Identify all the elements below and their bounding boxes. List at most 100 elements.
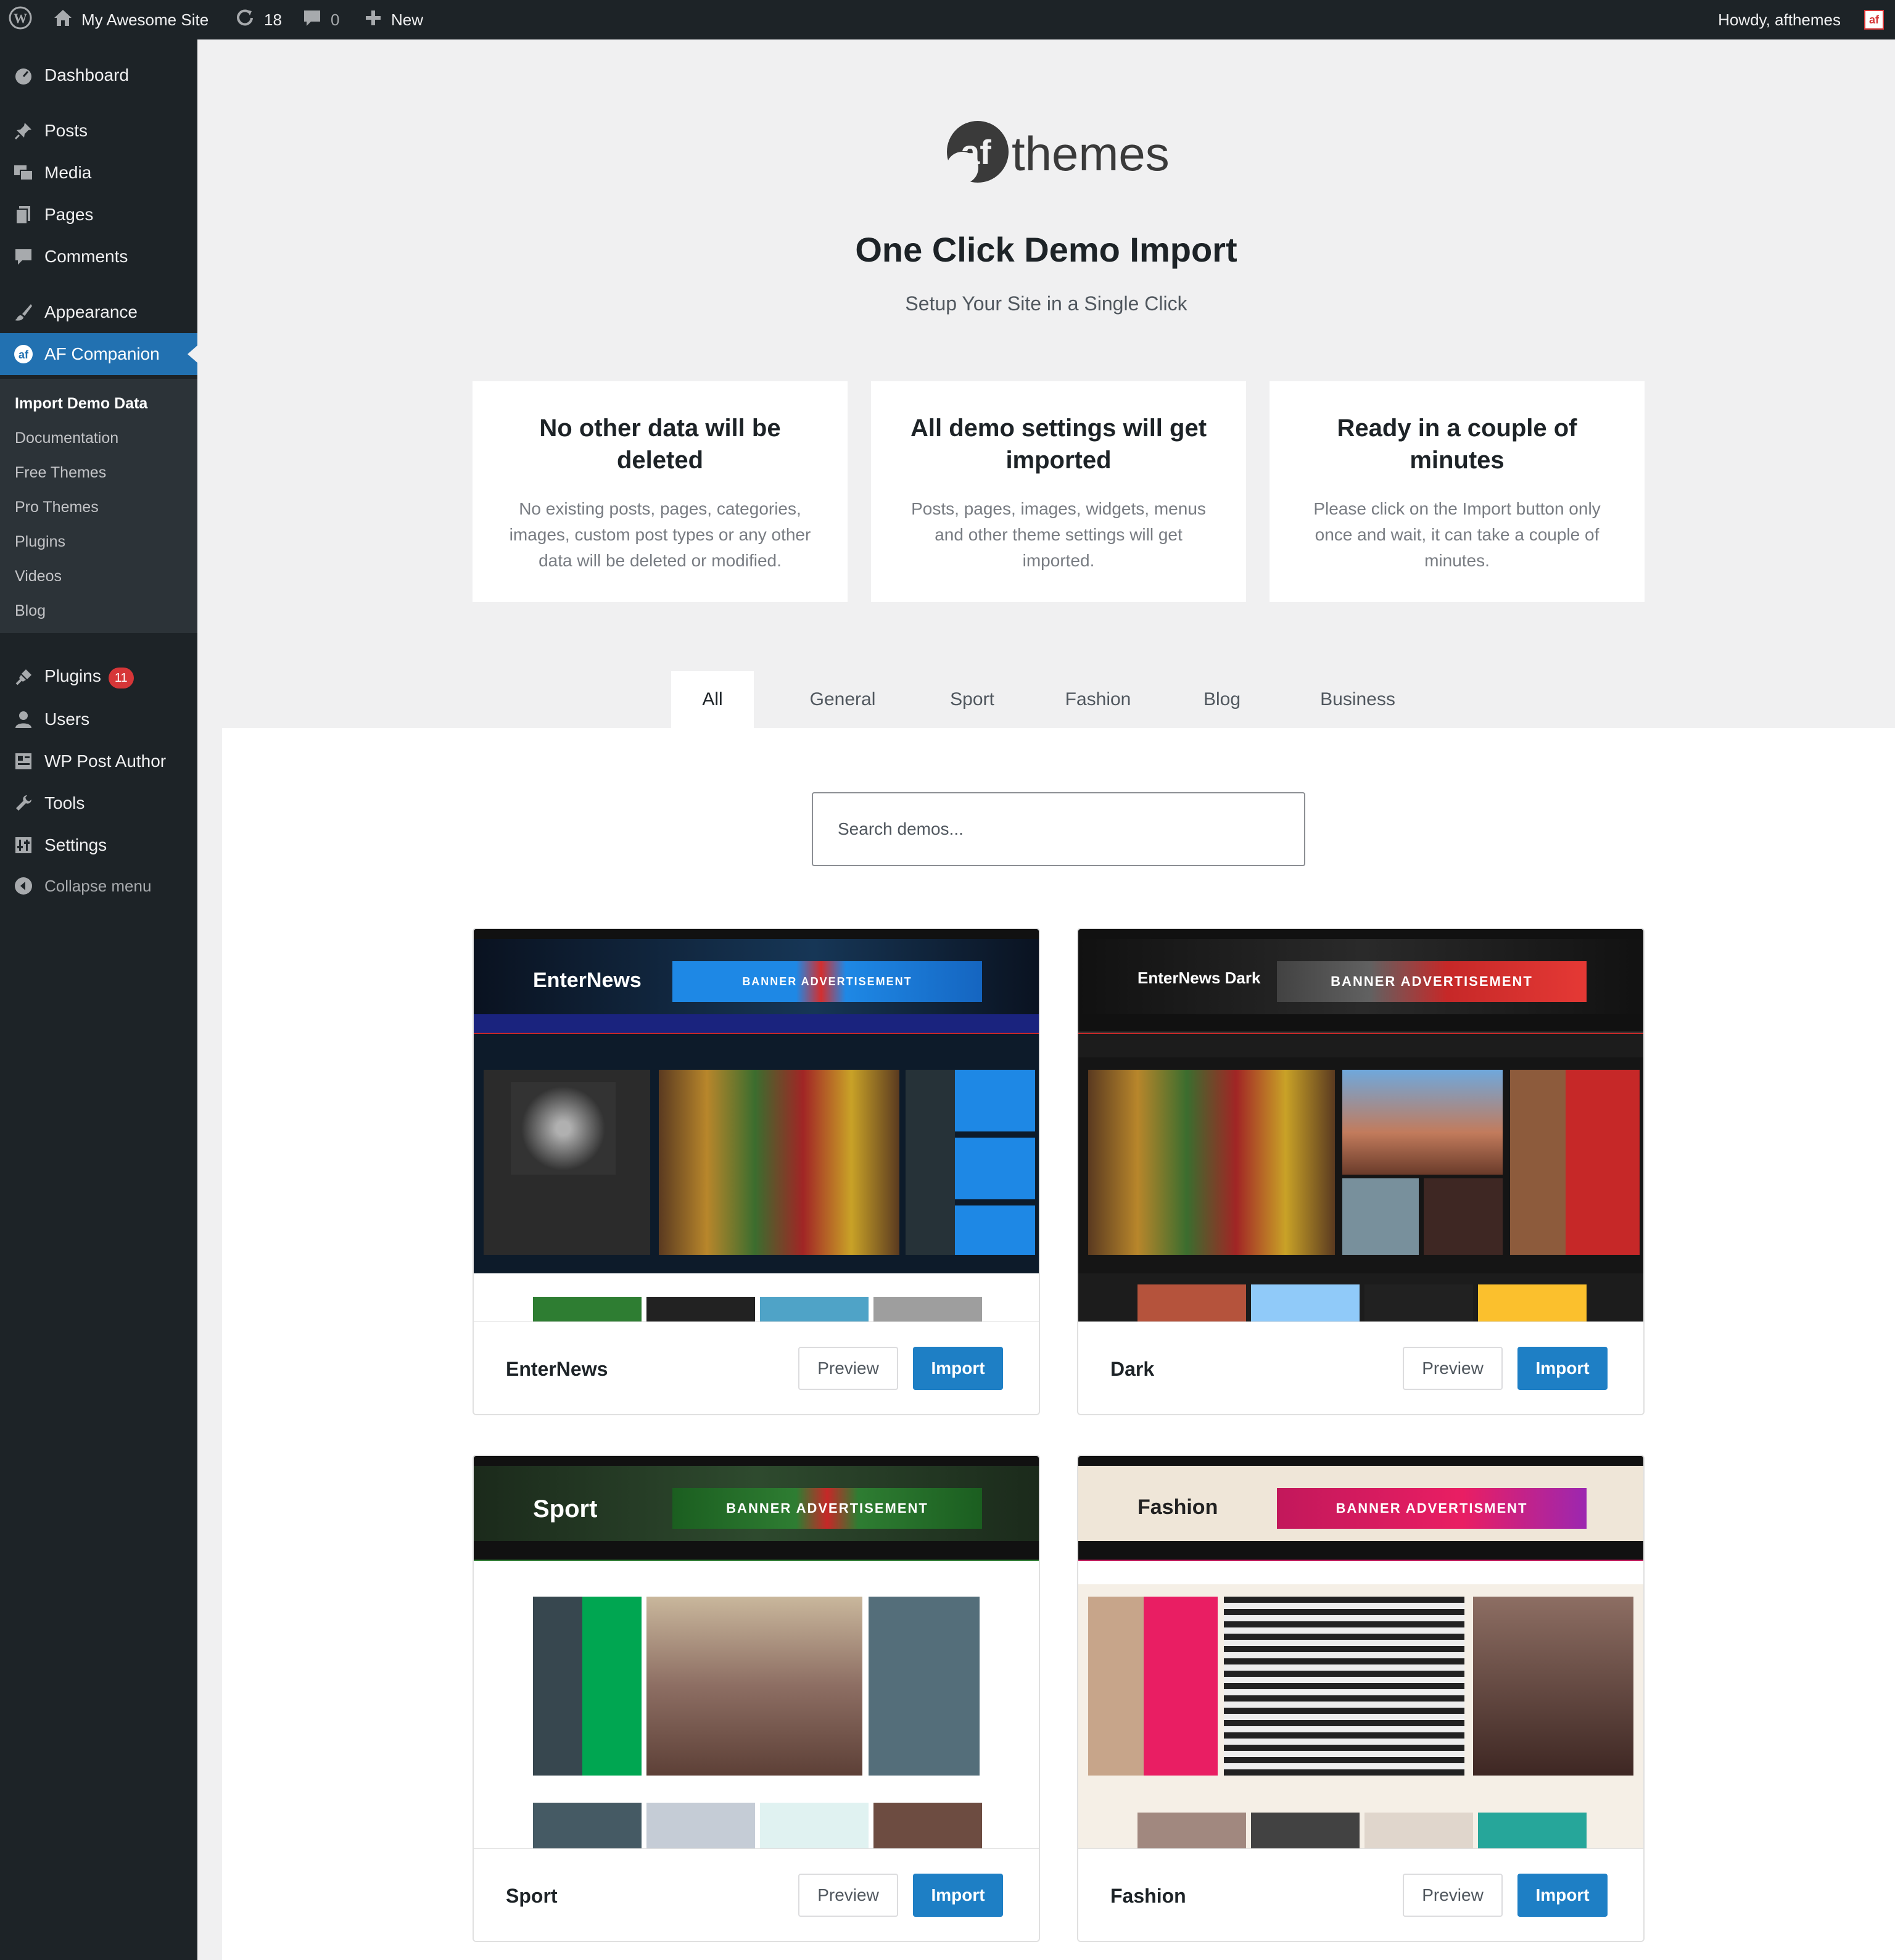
menu-item-wp-post-author[interactable]: WP Post Author <box>0 740 197 782</box>
import-button[interactable]: Import <box>913 1347 1003 1390</box>
menu-label-wp-post-author: WP Post Author <box>44 751 167 771</box>
wordpress-logo-button[interactable]: W <box>9 0 32 39</box>
submenu-documentation[interactable]: Documentation <box>15 429 118 447</box>
menu-label-media: Media <box>44 163 92 182</box>
author-icon <box>12 750 35 772</box>
menu-item-comments[interactable]: Comments <box>0 236 197 278</box>
page-subtitle: Setup Your Site in a Single Click <box>905 292 1187 315</box>
menu-item-media[interactable]: Media <box>0 152 197 194</box>
demo-card-dark: EnterNews Dark BANNER ADVERTISEMENT Dark… <box>1077 928 1645 1415</box>
dashboard-gauge-icon <box>12 64 35 86</box>
preview-button[interactable]: Preview <box>798 1347 898 1390</box>
site-name: My Awesome Site <box>81 10 209 29</box>
account-menu[interactable]: Howdy, afthemes <box>1718 0 1841 39</box>
menu-item-settings[interactable]: Settings <box>0 824 197 866</box>
new-content-link[interactable]: New <box>364 0 423 39</box>
submenu-videos[interactable]: Videos <box>15 568 62 585</box>
comments-link[interactable]: 0 <box>302 0 339 39</box>
feature-card-ready-minutes: Ready in a couple of minutes Please clic… <box>1270 381 1645 602</box>
demo-screenshot-enternews[interactable]: EnterNews BANNER ADVERTISEMENT <box>474 929 1039 1321</box>
feature-card-no-data-deleted: No other data will be deleted No existin… <box>473 381 848 602</box>
demo-card-sport: Sport BANNER ADVERTISEMENT Sport Preview… <box>473 1455 1040 1942</box>
menu-item-users[interactable]: Users <box>0 698 197 740</box>
menu-label-tools: Tools <box>44 793 85 813</box>
menu-label-plugins: Plugins 11 <box>44 666 134 689</box>
menu-item-af-companion[interactable]: af AF Companion <box>0 333 197 375</box>
menu-item-pages[interactable]: Pages <box>0 194 197 236</box>
demo-name: Dark <box>1110 1358 1155 1380</box>
tab-general[interactable]: General <box>781 671 904 728</box>
demo-name: Sport <box>506 1885 558 1907</box>
menu-label-comments: Comments <box>44 247 128 266</box>
pages-icon <box>12 204 35 226</box>
updates-link[interactable]: 18 <box>234 0 282 39</box>
media-icon <box>12 162 35 184</box>
menu-item-dashboard[interactable]: Dashboard <box>0 54 197 96</box>
preview-button[interactable]: Preview <box>798 1874 898 1917</box>
preview-button[interactable]: Preview <box>1403 1874 1503 1917</box>
menu-item-tools[interactable]: Tools <box>0 782 197 824</box>
submenu-blog[interactable]: Blog <box>15 602 46 620</box>
demo-screenshot-dark[interactable]: EnterNews Dark BANNER ADVERTISEMENT <box>1078 929 1643 1321</box>
submenu-plugins[interactable]: Plugins <box>15 533 65 551</box>
site-name-link[interactable]: My Awesome Site <box>53 0 208 39</box>
svg-text:af: af <box>19 349 29 361</box>
menu-item-appearance[interactable]: Appearance <box>0 291 197 333</box>
demo-name: EnterNews <box>506 1358 608 1380</box>
feature-title: Ready in a couple of minutes <box>1337 415 1577 474</box>
demo-name: Fashion <box>1110 1885 1186 1907</box>
tab-fashion[interactable]: Fashion <box>1042 671 1154 728</box>
menu-label-dashboard: Dashboard <box>44 65 129 85</box>
menu-label-pages: Pages <box>44 205 94 224</box>
tab-all[interactable]: All <box>671 671 754 728</box>
howdy-text: Howdy, afthemes <box>1718 10 1841 29</box>
collapse-arrow-icon <box>12 875 35 897</box>
tab-blog[interactable]: Blog <box>1176 671 1268 728</box>
search-demos-input[interactable] <box>812 792 1305 866</box>
settings-sliders-icon <box>12 834 35 856</box>
menu-item-collapse[interactable]: Collapse menu <box>0 865 197 907</box>
preview-button[interactable]: Preview <box>1403 1347 1503 1390</box>
import-button[interactable]: Import <box>1517 1347 1608 1390</box>
demo-card-enternews: EnterNews BANNER ADVERTISEMENT EnterNews… <box>473 928 1040 1415</box>
updates-count: 18 <box>264 10 282 29</box>
import-button[interactable]: Import <box>913 1874 1003 1917</box>
menu-label-af-companion: AF Companion <box>44 344 160 363</box>
feature-text: No existing posts, pages, categories, im… <box>509 499 811 570</box>
pushpin-icon <box>12 120 35 142</box>
svg-text:af: af <box>960 133 991 172</box>
feature-title: No other data will be deleted <box>539 415 781 474</box>
menu-label-users: Users <box>44 709 90 729</box>
demo-card-footer: Fashion Preview Import <box>1078 1848 1643 1941</box>
users-icon <box>12 708 35 730</box>
menu-label-appearance: Appearance <box>44 302 138 321</box>
submenu-pro-themes[interactable]: Pro Themes <box>15 498 99 516</box>
main-content: af themes One Click Demo Import Setup Yo… <box>197 39 1895 1960</box>
menu-item-posts[interactable]: Posts <box>0 110 197 152</box>
menu-item-plugins[interactable]: Plugins 11 <box>0 656 197 698</box>
af-companion-submenu: Import Demo Data Documentation Free Them… <box>0 379 197 633</box>
feature-title: All demo settings will get imported <box>910 415 1207 474</box>
comment-bubble-icon <box>302 8 322 32</box>
menu-label-settings: Settings <box>44 835 107 854</box>
import-button[interactable]: Import <box>1517 1874 1608 1917</box>
demo-screenshot-fashion[interactable]: Fashion BANNER ADVERTISMENT <box>1078 1456 1643 1848</box>
svg-text:W: W <box>14 10 27 26</box>
avatar[interactable]: af <box>1864 10 1884 30</box>
af-logo-icon: af <box>12 343 35 365</box>
demo-card-fashion: Fashion BANNER ADVERTISMENT Fashion Prev… <box>1077 1455 1645 1942</box>
tab-sport[interactable]: Sport <box>923 671 1022 728</box>
demo-screenshot-sport[interactable]: Sport BANNER ADVERTISEMENT <box>474 1456 1039 1848</box>
tab-business[interactable]: Business <box>1293 671 1422 728</box>
plugins-update-badge: 11 <box>108 668 134 689</box>
demo-category-tabs: All General Sport Fashion Blog Business <box>197 671 1895 728</box>
submenu-import-demo-data[interactable]: Import Demo Data <box>15 395 147 413</box>
menu-label-collapse: Collapse menu <box>44 876 152 895</box>
svg-text:themes: themes <box>1012 126 1170 181</box>
menu-label-posts: Posts <box>44 121 88 140</box>
wrench-icon <box>12 792 35 814</box>
refresh-icon <box>234 7 255 33</box>
home-icon <box>53 9 73 31</box>
demo-card-footer: Sport Preview Import <box>474 1848 1039 1941</box>
submenu-free-themes[interactable]: Free Themes <box>15 464 106 482</box>
